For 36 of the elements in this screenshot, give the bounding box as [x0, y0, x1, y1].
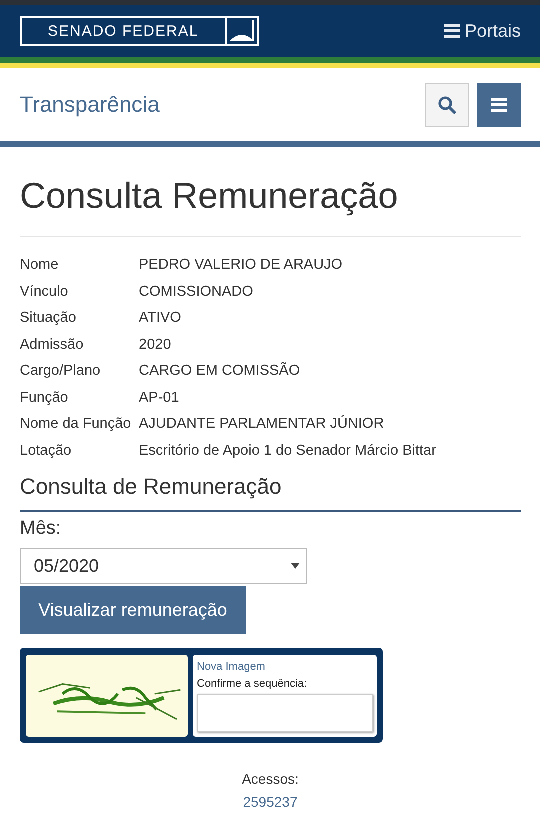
field-label: Nome da Função — [20, 416, 132, 432]
field-value: Escritório de Apoio 1 do Senador Márcio Bittar — [139, 442, 436, 459]
field-label: Cargo/Plano — [20, 363, 102, 380]
caret-icon — [291, 563, 300, 569]
portals-menu-link[interactable]: Portais — [444, 20, 521, 42]
logo-text: SENADO FEDERAL — [22, 18, 227, 44]
field-value: AP-01 — [139, 390, 180, 406]
field-value: COMISSIONADO — [139, 284, 254, 300]
menu-button[interactable] — [477, 82, 521, 126]
access-label: Acessos: — [242, 771, 299, 787]
field-label: Vínculo — [20, 284, 70, 300]
captcha-prompt: Confirme a sequência: — [197, 678, 308, 690]
field-value: 2020 — [139, 336, 172, 353]
field-label: Função — [20, 390, 70, 406]
field-label: Admissão — [20, 336, 85, 353]
section-title[interactable]: Transparência — [20, 92, 160, 118]
field-value: PEDRO VALERIO DE ARAUJO — [139, 257, 343, 274]
search-button[interactable] — [425, 82, 469, 126]
captcha-input[interactable] — [197, 694, 373, 732]
field-label: Situação — [20, 310, 78, 326]
page-title: Consulta Remuneração — [20, 147, 521, 237]
new-image-link[interactable]: Nova Imagem — [197, 661, 373, 673]
field-value: CARGO EM COMISSÃO — [139, 363, 300, 380]
view-button[interactable]: Visualizar remuneração — [20, 586, 246, 634]
section-heading: Consulta de Remuneração — [20, 474, 521, 512]
field-label: Nome — [20, 257, 60, 274]
month-label: Mês: — [20, 518, 62, 540]
menu-icon — [444, 24, 460, 38]
field-label: Lotação — [20, 442, 73, 459]
search-icon — [438, 96, 456, 114]
access-count: 2595237 — [243, 794, 298, 810]
month-select[interactable]: 05/2020 — [20, 548, 307, 584]
senado-logo[interactable]: SENADO FEDERAL — [20, 16, 259, 46]
field-value: ATIVO — [139, 310, 182, 326]
field-value: AJUDANTE PARLAMENTAR JÚNIOR — [139, 416, 384, 432]
menu-icon — [491, 98, 507, 112]
